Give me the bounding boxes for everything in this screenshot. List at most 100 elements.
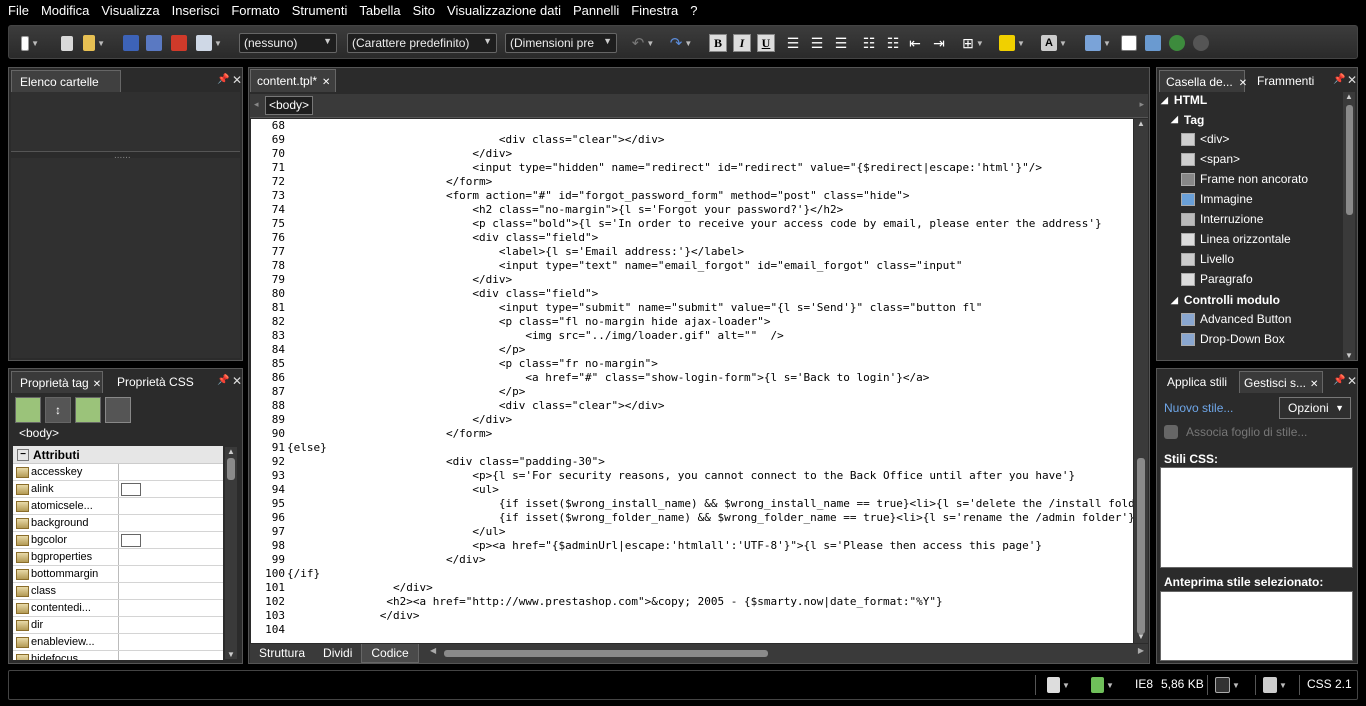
code-line[interactable]: {else} [287,441,1133,455]
attribute-value[interactable] [119,464,223,480]
tab-document[interactable]: content.tpl* ✕ [250,69,336,92]
menu-item-0[interactable]: File [2,3,35,18]
code-line[interactable]: {if isset($wrong_install_name) && $wrong… [287,497,1133,511]
code-editor[interactable]: <div class="clear"></div> </div> <input … [287,119,1133,643]
align-left-icon[interactable]: ☰ [785,34,801,52]
code-line[interactable]: <input type="text" name="email_forgot" i… [287,259,1133,273]
group-tag[interactable]: ◢ Tag [1161,110,1341,129]
new-style-link[interactable]: Nuovo stile... [1164,401,1233,415]
new-page-icon[interactable]: ▼ [21,34,39,52]
attribute-value[interactable] [119,498,223,514]
code-line[interactable]: <input type="hidden" name="redirect" id=… [287,161,1133,175]
close-icon[interactable]: ✕ [322,77,330,88]
toolbox-item[interactable]: Livello [1181,249,1341,269]
borders-icon[interactable]: ⊞ ▼ [959,34,987,52]
attribute-row[interactable]: hidefocus [13,651,223,660]
code-line[interactable]: <ul> [287,483,1133,497]
pin-icon[interactable]: 📌 [217,375,229,386]
record-icon[interactable] [1193,34,1209,52]
menu-item-3[interactable]: Inserisci [166,3,226,18]
preview-icon[interactable]: ▼ [195,34,223,52]
attribute-row[interactable]: atomicsele... [13,498,223,515]
toolbox-scrollbar[interactable]: ▲ ▼ [1343,92,1355,360]
attributes-scrollbar[interactable]: ▲ ▼ [225,447,237,659]
schema-icon[interactable]: ▼ [1263,677,1287,693]
outdent-icon[interactable]: ⇤ [907,34,923,52]
view-tab-codice[interactable]: Codice [361,644,419,663]
code-line[interactable]: <p>{l s='For security reasons, you canno… [287,469,1133,483]
menu-item-5[interactable]: Strumenti [286,3,354,18]
code-line[interactable]: <p class="fl no-margin hide ajax-loader"… [287,315,1133,329]
folder-tree-area[interactable] [11,158,240,358]
undo-icon[interactable]: ↶ ▼ [627,34,659,52]
highlight-color-icon[interactable]: ▼ [997,34,1027,52]
scroll-right-icon[interactable]: ▸ [1139,99,1144,110]
close-icon[interactable]: ✕ [93,379,101,390]
close-icon[interactable]: ✕ [232,374,242,388]
toolbox-item[interactable]: Linea orizzontale [1181,229,1341,249]
attach-stylesheet-link[interactable]: Associa foglio di stile... [1164,425,1307,439]
pin-icon[interactable]: 📌 [1333,375,1345,386]
save-all-icon[interactable] [146,34,162,52]
style-select[interactable]: (nessuno) ▼ [239,33,337,53]
tab-css-properties[interactable]: Proprietà CSS [109,371,202,393]
menu-item-1[interactable]: Modifica [35,3,95,18]
menu-item-2[interactable]: Visualizza [95,3,165,18]
code-line[interactable]: </form> [287,427,1133,441]
code-line[interactable]: </div> [287,581,1133,595]
toolbox-item[interactable]: Advanced Button [1181,309,1341,329]
code-line[interactable]: </p> [287,343,1133,357]
page-check-icon[interactable]: ▼ [1047,677,1070,693]
group-form-controls[interactable]: ◢ Controlli modulo [1161,291,1341,309]
menu-item-8[interactable]: Visualizzazione dati [441,3,567,18]
copy-icon[interactable] [59,34,75,52]
color-picker-swatch[interactable] [121,533,141,547]
close-icon[interactable]: ✕ [1310,379,1318,390]
attribute-value[interactable] [119,481,223,497]
attribute-value[interactable] [119,515,223,531]
font-select[interactable]: (Carattere predefinito) ▼ [347,33,497,53]
toolbox-item[interactable]: Frame non ancorato [1181,169,1341,189]
size-select[interactable]: (Dimensioni pre ▼ [505,33,617,53]
options-button[interactable]: Opzioni ▼ [1279,397,1351,419]
code-line[interactable]: </div> [287,553,1133,567]
bold-button[interactable]: B [709,34,727,52]
indent-icon[interactable]: ⇥ [931,34,947,52]
code-line[interactable]: </p> [287,385,1133,399]
bullet-list-icon[interactable]: ☷ [885,34,901,52]
attribute-value[interactable] [119,600,223,616]
editor-vertical-scrollbar[interactable]: ▲ ▼ [1134,119,1148,643]
attributes-header[interactable]: − Attributi [13,446,223,464]
close-icon[interactable]: ✕ [1347,374,1357,388]
color-picker-swatch[interactable] [121,482,141,496]
close-icon[interactable]: ✕ [232,73,242,87]
code-line[interactable]: <input type="submit" name="submit" value… [287,301,1133,315]
tab-apply-styles[interactable]: Applica stili [1159,371,1235,393]
tag-edit-icon[interactable] [105,397,131,423]
code-line[interactable]: <div class="padding-30"> [287,455,1133,469]
attribute-row[interactable]: class [13,583,223,600]
code-line[interactable]: {/if} [287,567,1133,581]
code-line[interactable]: </div> [287,147,1133,161]
pin-icon[interactable]: 📌 [1333,74,1345,85]
view-tab-dividi[interactable]: Dividi [314,644,361,663]
underline-button[interactable]: U [757,34,775,52]
tab-toolbox[interactable]: Casella de... ✕ [1159,70,1247,92]
folder-list-area[interactable] [11,92,240,152]
menu-item-11[interactable]: ? [684,3,703,18]
toolbox-item[interactable]: Immagine [1181,189,1341,209]
sharepoint-icon[interactable] [171,34,187,52]
web-icon[interactable] [1169,34,1185,52]
tab-tag-properties[interactable]: Proprietà tag ✕ [11,371,103,393]
code-line[interactable]: <div class="clear"></div> [287,133,1133,147]
attribute-row[interactable]: alink [13,481,223,498]
code-line[interactable]: </form> [287,175,1133,189]
code-line[interactable]: </div> [287,609,1133,623]
close-icon[interactable]: ✕ [1239,78,1247,89]
toolbox-item[interactable]: Drop-Down Box [1181,329,1341,349]
attribute-row[interactable]: accesskey [13,464,223,481]
attribute-value[interactable] [119,634,223,650]
picture-icon[interactable] [1145,34,1161,52]
toolbox-item[interactable]: Interruzione [1181,209,1341,229]
attribute-value[interactable] [119,549,223,565]
